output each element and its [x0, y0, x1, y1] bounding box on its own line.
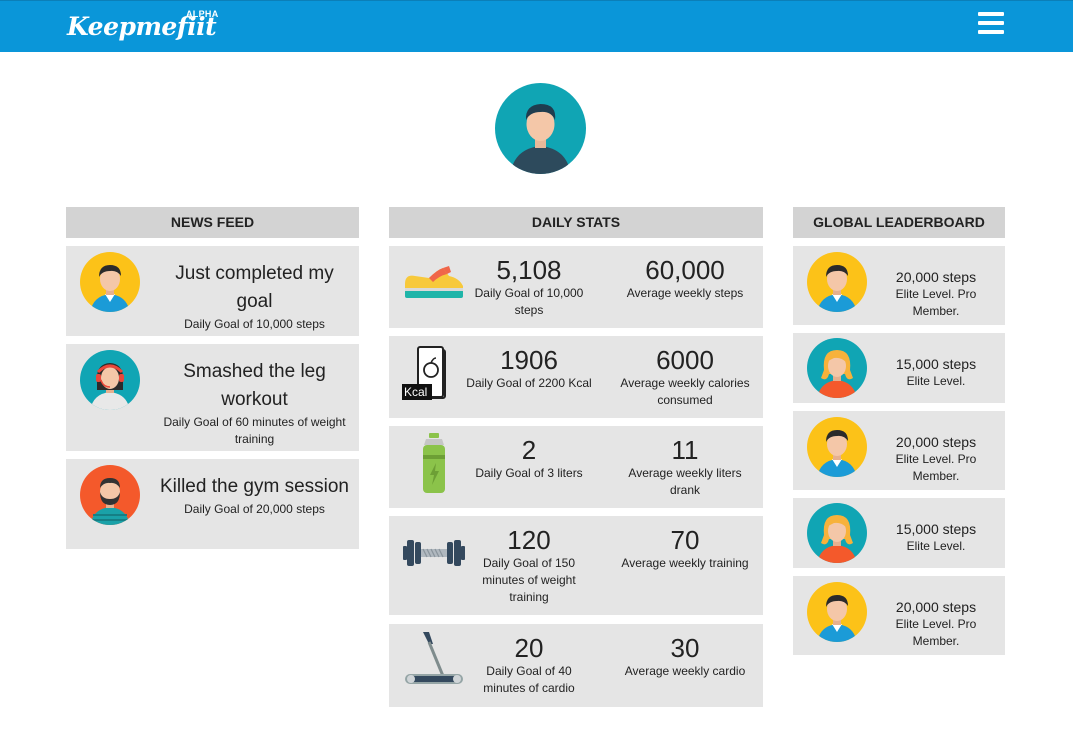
news-title: Smashed the leg workout	[183, 361, 326, 410]
news-feed-item[interactable]: Smashed the leg workout Daily Goal of 60…	[66, 344, 359, 451]
treadmill-icon	[403, 630, 465, 697]
news-title: Just completed my goal	[175, 263, 334, 312]
stat-card-steps[interactable]: 5,108 Daily Goal of 10,000 steps 60,000 …	[389, 246, 763, 328]
stat-average-value: 11	[671, 435, 699, 465]
kcal-label: Kcal	[404, 385, 428, 399]
leaderboard-level: Elite Level. Pro Member.	[895, 617, 977, 648]
leaderboard-steps: 20,000 steps	[895, 269, 977, 285]
leaderboard-item[interactable]: 15,000 steps Elite Level.	[793, 498, 1005, 568]
leaderboard-item[interactable]: 20,000 steps Elite Level. Pro Member.	[793, 246, 1005, 325]
news-title: Killed the gym session	[159, 476, 350, 497]
leaderboard-steps: 15,000 steps	[895, 356, 977, 372]
stat-average-value: 30	[670, 633, 700, 663]
hamburger-icon[interactable]	[978, 12, 1006, 36]
stat-value: 20	[514, 633, 544, 663]
leaderboard-level: Elite Level.	[906, 539, 966, 553]
news-subtitle: Daily Goal of 10,000 steps	[184, 317, 325, 331]
leaderboard-level: Elite Level.	[906, 374, 966, 388]
leaderboard-steps: 20,000 steps	[895, 599, 977, 615]
leaderboard-steps: 15,000 steps	[895, 521, 977, 537]
stat-average-label: Average weekly cardio	[624, 664, 746, 678]
top-navbar: Keepmefiit ALPHA	[0, 0, 1073, 52]
water-bottle-icon	[421, 433, 447, 500]
sneaker-icon	[403, 266, 465, 305]
stat-card-calories[interactable]: Kcal 1906 Daily Goal of 2200 Kcal 6000 A…	[389, 336, 763, 418]
stat-goal: Daily Goal of 40 minutes of cardio	[483, 664, 575, 695]
stat-average-label: Average weekly calories consumed	[620, 376, 750, 407]
bearded-man-avatar-icon	[80, 465, 140, 530]
stat-goal: Daily Goal of 150 minutes of weight trai…	[482, 556, 576, 604]
news-subtitle: Daily Goal of 60 minutes of weight train…	[163, 415, 346, 446]
leaderboard-level: Elite Level. Pro Member.	[895, 452, 977, 483]
stat-value: 120	[507, 525, 551, 555]
daily-stats-heading: DAILY STATS	[389, 207, 763, 238]
man-avatar-yellow-icon	[807, 582, 867, 647]
woman-avatar-teal-icon	[807, 338, 867, 403]
alpha-badge: ALPHA	[186, 9, 219, 19]
user-avatar-icon[interactable]	[495, 83, 586, 174]
news-feed-item[interactable]: Just completed my goal Daily Goal of 10,…	[66, 246, 359, 336]
news-feed-heading: NEWS FEED	[66, 207, 359, 238]
man-avatar-yellow-icon	[807, 252, 867, 317]
stat-goal: Daily Goal of 10,000 steps	[474, 286, 584, 317]
stat-value: 2	[521, 435, 537, 465]
stat-value: 5,108	[496, 255, 562, 285]
stat-goal: Daily Goal of 2200 Kcal	[466, 376, 592, 390]
stat-average-label: Average weekly steps	[626, 286, 744, 300]
stat-goal: Daily Goal of 3 liters	[475, 466, 583, 480]
leaderboard-item[interactable]: 15,000 steps Elite Level.	[793, 333, 1005, 403]
woman-headset-avatar-icon	[80, 350, 140, 415]
stat-average-value: 70	[670, 525, 700, 555]
stat-average-value: 6000	[656, 345, 714, 375]
stat-value: 1906	[500, 345, 558, 375]
leaderboard-steps: 20,000 steps	[895, 434, 977, 450]
news-subtitle: Daily Goal of 20,000 steps	[184, 502, 325, 516]
man-avatar-yellow-icon	[807, 417, 867, 482]
leaderboard-item[interactable]: 20,000 steps Elite Level. Pro Member.	[793, 411, 1005, 490]
news-feed-item[interactable]: Killed the gym session Daily Goal of 20,…	[66, 459, 359, 549]
stat-card-water[interactable]: 2 Daily Goal of 3 liters 11 Average week…	[389, 426, 763, 508]
dumbbell-icon	[403, 538, 465, 573]
stat-average-label: Average weekly training	[621, 556, 749, 570]
calorie-book-icon: Kcal	[401, 344, 451, 407]
woman-avatar-teal-icon	[807, 503, 867, 568]
leaderboard-heading: GLOBAL LEADERBOARD	[793, 207, 1005, 238]
leaderboard-item[interactable]: 20,000 steps Elite Level. Pro Member.	[793, 576, 1005, 655]
man-avatar-yellow-icon	[80, 252, 140, 317]
leaderboard-level: Elite Level. Pro Member.	[895, 287, 977, 318]
stat-average-label: Average weekly liters drank	[628, 466, 742, 497]
stat-card-cardio[interactable]: 20 Daily Goal of 40 minutes of cardio 30…	[389, 624, 763, 707]
stat-average-value: 60,000	[645, 255, 725, 285]
stat-card-weights[interactable]: 120 Daily Goal of 150 minutes of weight …	[389, 516, 763, 615]
